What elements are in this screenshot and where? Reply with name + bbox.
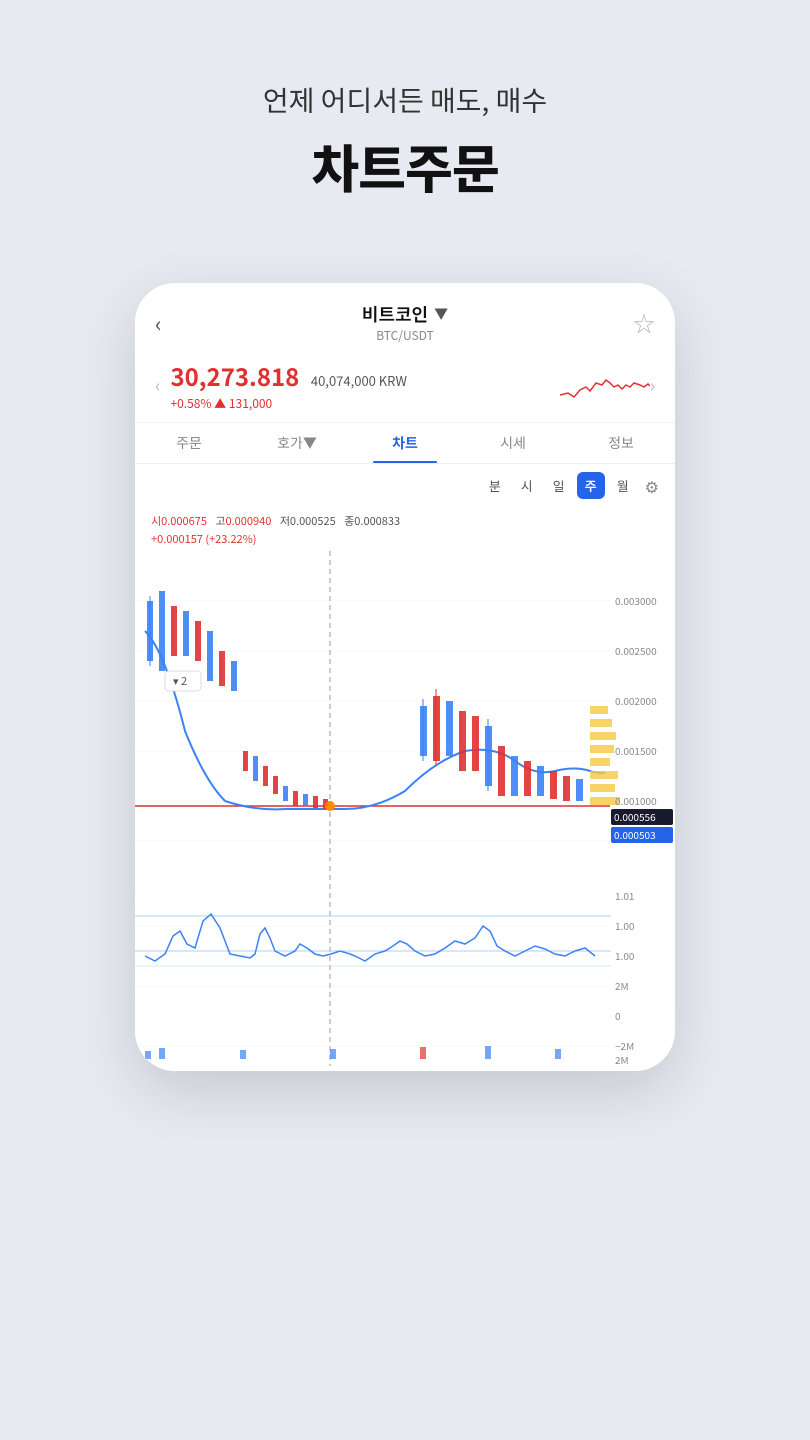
svg-text:0.000503: 0.000503 [614, 827, 656, 842]
svg-text:1.01: 1.01 [615, 888, 634, 903]
time-btn-month[interactable]: 월 [609, 472, 637, 499]
svg-text:2M: 2M [615, 1052, 629, 1066]
ohlc-close-val: 0.000833 [354, 513, 400, 529]
main-chart-container: ▾ 2 0.003000 0.002500 0.002000 0.001500 … [135, 551, 675, 866]
coin-dropdown-icon[interactable]: ▼ [434, 304, 448, 324]
svg-text:▾ 2: ▾ 2 [173, 673, 187, 689]
tab-hoga[interactable]: 호가▼ [243, 423, 351, 463]
mini-chart [560, 365, 650, 405]
svg-text:0.002500: 0.002500 [615, 643, 657, 658]
app-header: ‹ 비트코인 ▼ BTC/USDT ☆ [135, 283, 675, 344]
ohlc-change: +0.000157 (+23.22%) [151, 531, 659, 547]
krw-price: 40,074,000 KRW [311, 371, 407, 390]
hero-subtitle: 언제 어디서든 매도, 매수 [40, 80, 770, 120]
tab-bar: 주문 호가▼ 차트 시세 정보 [135, 423, 675, 464]
indicator-section: 1.01 1.00 1.00 2M 0 −2M 2M [135, 866, 675, 1071]
main-chart-svg: ▾ 2 0.003000 0.002500 0.002000 0.001500 … [135, 551, 675, 861]
tab-info[interactable]: 정보 [567, 423, 675, 463]
svg-text:0.000556: 0.000556 [614, 809, 656, 824]
indicator-svg: 1.01 1.00 1.00 2M 0 −2M 2M [135, 866, 675, 1066]
change-amount: 131,000 [229, 395, 272, 412]
tab-order[interactable]: 주문 [135, 423, 243, 463]
coin-name-row: 비트코인 ▼ [362, 301, 448, 327]
svg-text:0: 0 [615, 1008, 621, 1023]
price-info: 30,273.818 40,074,000 KRW +0.58% ▲ 131,0… [160, 358, 559, 412]
header-top-row: ‹ 비트코인 ▼ BTC/USDT ☆ [155, 301, 655, 344]
ohlc-low-val: 0.000525 [290, 513, 336, 529]
tab-chart[interactable]: 차트 [351, 423, 459, 463]
ohlc-open-val: 0.000675 [161, 513, 207, 529]
coin-name-label: 비트코인 [362, 301, 428, 327]
coin-title-group: 비트코인 ▼ BTC/USDT [362, 301, 448, 344]
price-main-row: 30,273.818 40,074,000 KRW [170, 358, 549, 393]
ohlc-high-label: 고 [215, 513, 225, 529]
hero-title: 차트주문 [40, 128, 770, 203]
svg-text:0.002000: 0.002000 [615, 693, 657, 708]
chart-settings-icon[interactable]: ⚙ [645, 474, 659, 498]
svg-text:0.003000: 0.003000 [615, 593, 657, 608]
svg-text:2M: 2M [615, 978, 629, 993]
change-pct: +0.58% [170, 395, 211, 412]
ohlc-low-label: 저 [280, 513, 290, 529]
svg-text:0.001000: 0.001000 [615, 793, 657, 808]
time-btn-min[interactable]: 분 [481, 472, 509, 499]
change-arrow: ▲ [214, 395, 226, 412]
price-change-row: +0.58% ▲ 131,000 [170, 395, 549, 412]
tab-market[interactable]: 시세 [459, 423, 567, 463]
svg-text:1.00: 1.00 [615, 918, 635, 933]
main-price: 30,273.818 [170, 358, 299, 393]
svg-text:0.001500: 0.001500 [615, 743, 657, 758]
price-row: ‹ 30,273.818 40,074,000 KRW +0.58% ▲ 131… [135, 348, 675, 423]
ohlc-close-label: 종 [344, 513, 354, 529]
coin-pair-label: BTC/USDT [362, 327, 448, 344]
ohlc-open-label: 시 [151, 513, 161, 529]
phone-mockup: ‹ 비트코인 ▼ BTC/USDT ☆ ‹ 30,273.818 40,074,… [135, 283, 675, 1071]
hero-section: 언제 어디서든 매도, 매수 차트주문 [0, 0, 810, 243]
ohlc-info: 시0.000675 고0.000940 저0.000525 종0.000833 … [135, 507, 675, 551]
time-btn-hour[interactable]: 시 [513, 472, 541, 499]
time-btn-week[interactable]: 주 [577, 472, 605, 499]
svg-text:1.00: 1.00 [615, 948, 635, 963]
time-selector: 분 시 일 주 월 ⚙ [135, 464, 675, 507]
price-nav-right[interactable]: › [650, 372, 655, 398]
svg-text:−2M: −2M [615, 1038, 634, 1053]
back-button[interactable]: ‹ [155, 307, 185, 339]
time-btn-day[interactable]: 일 [545, 472, 573, 499]
ohlc-high-val: 0.000940 [226, 513, 272, 529]
favorite-star-button[interactable]: ☆ [625, 307, 655, 339]
